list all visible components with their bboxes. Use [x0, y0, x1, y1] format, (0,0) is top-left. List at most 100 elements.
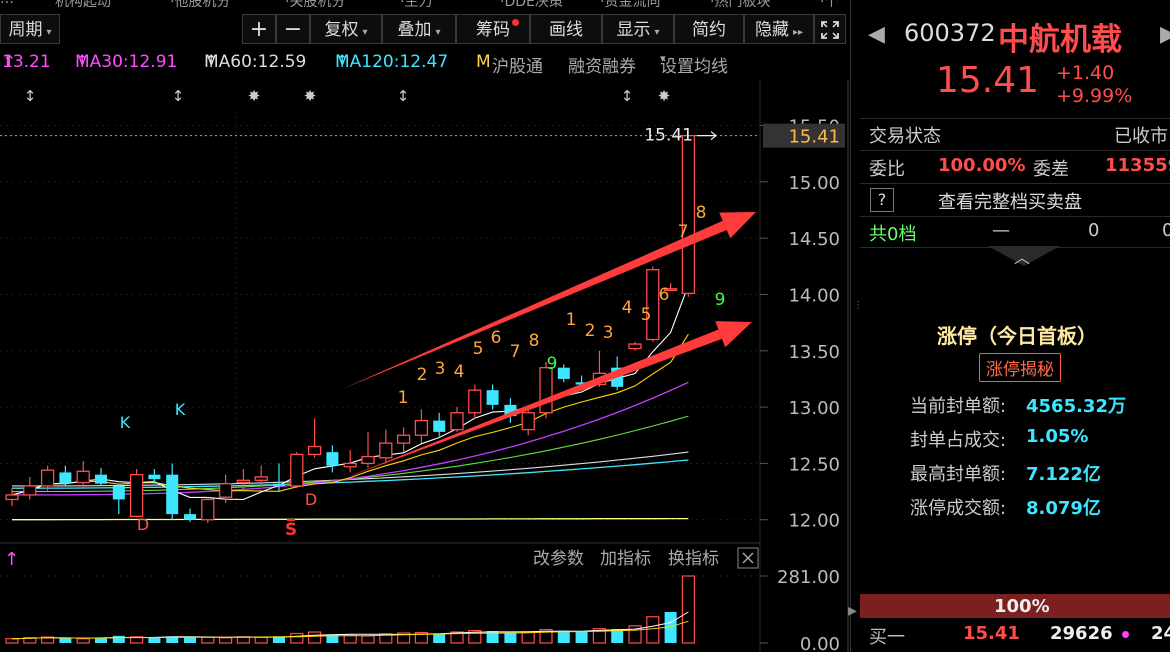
price-change-pct: +9.99% — [1056, 85, 1133, 107]
display-dropdown[interactable]: 显示 ▾ — [602, 14, 674, 44]
candle-body-down — [273, 483, 285, 486]
overlay-dropdown[interactable]: 叠加 ▾ — [382, 14, 456, 44]
candle-body-up — [681, 135, 696, 294]
limit-up-secret-button[interactable]: 涨停揭秘 — [979, 353, 1061, 382]
next-stock-icon[interactable]: ▶ — [1160, 22, 1170, 47]
help-icon[interactable]: ? — [870, 188, 894, 212]
volume-bar-up — [5, 638, 19, 644]
top-menu-item[interactable]: ·个股风险 — [820, 0, 850, 8]
k-signal-label: K — [175, 400, 186, 419]
prev-stock-icon[interactable]: ◀ — [868, 22, 885, 47]
ma-partial-value: 13.21 ↑ — [2, 52, 51, 72]
candle-body-up — [40, 469, 55, 487]
top-menu-item[interactable]: ·关股机分 — [285, 0, 345, 8]
seal-amount-label: 当前封单额: — [910, 396, 1007, 417]
event-star-icon: ✸ — [248, 87, 261, 105]
chevron-down-icon: ▾ — [46, 27, 52, 38]
candle-body-down — [166, 474, 179, 515]
k-signal-label: K — [120, 413, 131, 432]
sequence-count-label: 7 — [678, 222, 689, 242]
sequence-count-label: 3 — [435, 359, 446, 379]
chip-button[interactable]: 筹码 — [456, 14, 530, 44]
top-menu-item[interactable]: ·主力 — [400, 0, 432, 8]
volume-bar-down — [575, 631, 588, 643]
divider — [860, 150, 1170, 151]
change-params-button[interactable]: 改参数 — [533, 549, 584, 569]
switch-indicator-button[interactable]: 换指标 — [668, 549, 719, 569]
buy1-label: 买一 — [869, 627, 905, 648]
hide-button[interactable]: 隐藏 ▸▸ — [744, 14, 814, 44]
top-menu-item[interactable]: ·资金流向 — [600, 0, 660, 8]
sequence-count-label: 1 — [398, 388, 409, 408]
sequence-count-label: 9 — [547, 354, 558, 374]
max-seal-label: 最高封单额: — [910, 464, 1007, 485]
top-menu-item[interactable]: ·他股机分 — [170, 0, 230, 8]
hugutong-link[interactable]: 沪股通 — [492, 52, 543, 77]
panel-resize-handle[interactable]: ⋮ — [853, 300, 863, 311]
price-tick-label: 15.00 — [788, 173, 840, 194]
candle-body-down — [433, 420, 446, 432]
top-menu-strip: … 机构起动 ·他股机分 ·关股机分 ·主力 ·DDE决策 ·资金流向 ·热门板块 ·个股风险 — [0, 0, 850, 8]
price-tick-label: 13.00 — [788, 398, 840, 419]
d-signal-label: D — [137, 515, 149, 534]
candlestick-chart[interactable]: 15.5015.0014.5014.0013.5013.0012.5012.00… — [0, 80, 850, 652]
zoom-out-button[interactable]: − — [276, 14, 310, 44]
volume-bar-down — [148, 637, 161, 643]
total-levels-label: 共0档 — [869, 224, 917, 245]
candle-body-up — [539, 367, 553, 414]
volume-bar-up — [201, 636, 215, 644]
volume-bar-up — [343, 634, 357, 644]
candle-body-down — [486, 390, 499, 405]
status-label: 交易状态 — [869, 126, 941, 147]
full-order-book-link[interactable]: 查看完整档买卖盘 — [938, 188, 1082, 214]
volume-tick-label: 0.00 — [800, 634, 840, 652]
volume-bar-up — [76, 638, 90, 644]
volume-bar-up — [646, 616, 660, 644]
divider — [860, 216, 1170, 217]
buy1-marker-dot — [1122, 631, 1129, 638]
zoom-in-button[interactable]: + — [242, 14, 276, 44]
margin-trading-link[interactable]: 融资融券 — [568, 52, 636, 77]
price-tick-label: 14.00 — [788, 285, 840, 306]
top-menu-item[interactable]: ·DDE决策 — [500, 0, 563, 8]
top-menu-item[interactable]: 机构起动 — [55, 0, 111, 8]
top-menu-item[interactable]: ·热门板块 — [710, 0, 770, 8]
volume-bar-up — [361, 635, 375, 644]
draw-line-button[interactable]: 画线 — [530, 14, 602, 44]
sequence-count-label: 2 — [417, 365, 428, 385]
fuquan-dropdown[interactable]: 复权 ▾ — [310, 14, 382, 44]
candle-body-up — [236, 479, 251, 484]
candle-body-up — [201, 498, 215, 521]
chevron-up-icon[interactable]: ︿ — [1014, 244, 1030, 268]
volume-bar-up — [681, 575, 696, 644]
volume-bar-down — [433, 633, 446, 643]
price-tick-label: 12.50 — [788, 454, 840, 475]
collapse-panel-icon[interactable]: ▸ — [848, 600, 857, 621]
volume-bar-down — [504, 632, 517, 643]
m-legend: M — [476, 52, 491, 72]
period-dropdown[interactable]: 周期 ▾ — [0, 14, 60, 44]
bid-ratio-label: 100% — [994, 596, 1050, 617]
candle — [201, 497, 215, 524]
sequence-count-label: 8 — [696, 203, 707, 223]
display-label: 显示 — [616, 20, 651, 40]
sequence-count-label: 1 — [566, 310, 577, 330]
price-tick-label: 14.50 — [788, 229, 840, 250]
weicha-label: 委差 — [1033, 159, 1069, 180]
event-star-icon: ✸ — [658, 87, 671, 105]
event-star-icon: ✸ — [304, 87, 317, 105]
candle-body-up — [414, 419, 429, 436]
ma120-legend: MA120:12.47 ↑ — [335, 52, 449, 72]
simple-button[interactable]: 简约 — [674, 14, 744, 44]
sequence-count-label: 3 — [603, 323, 614, 343]
sequence-count-label: 4 — [454, 362, 465, 382]
notification-dot-icon — [512, 19, 519, 26]
overlay-label: 叠加 — [397, 20, 432, 40]
candle-body-up — [396, 434, 411, 444]
top-menu-item[interactable]: … — [0, 0, 14, 7]
sequence-count-label: 7 — [510, 342, 521, 362]
stock-code: 600372 — [904, 19, 996, 47]
add-indicator-button[interactable]: 加指标 — [600, 549, 651, 569]
seal-ratio-value: 1.05% — [1026, 426, 1089, 447]
fullscreen-button[interactable] — [814, 14, 846, 44]
